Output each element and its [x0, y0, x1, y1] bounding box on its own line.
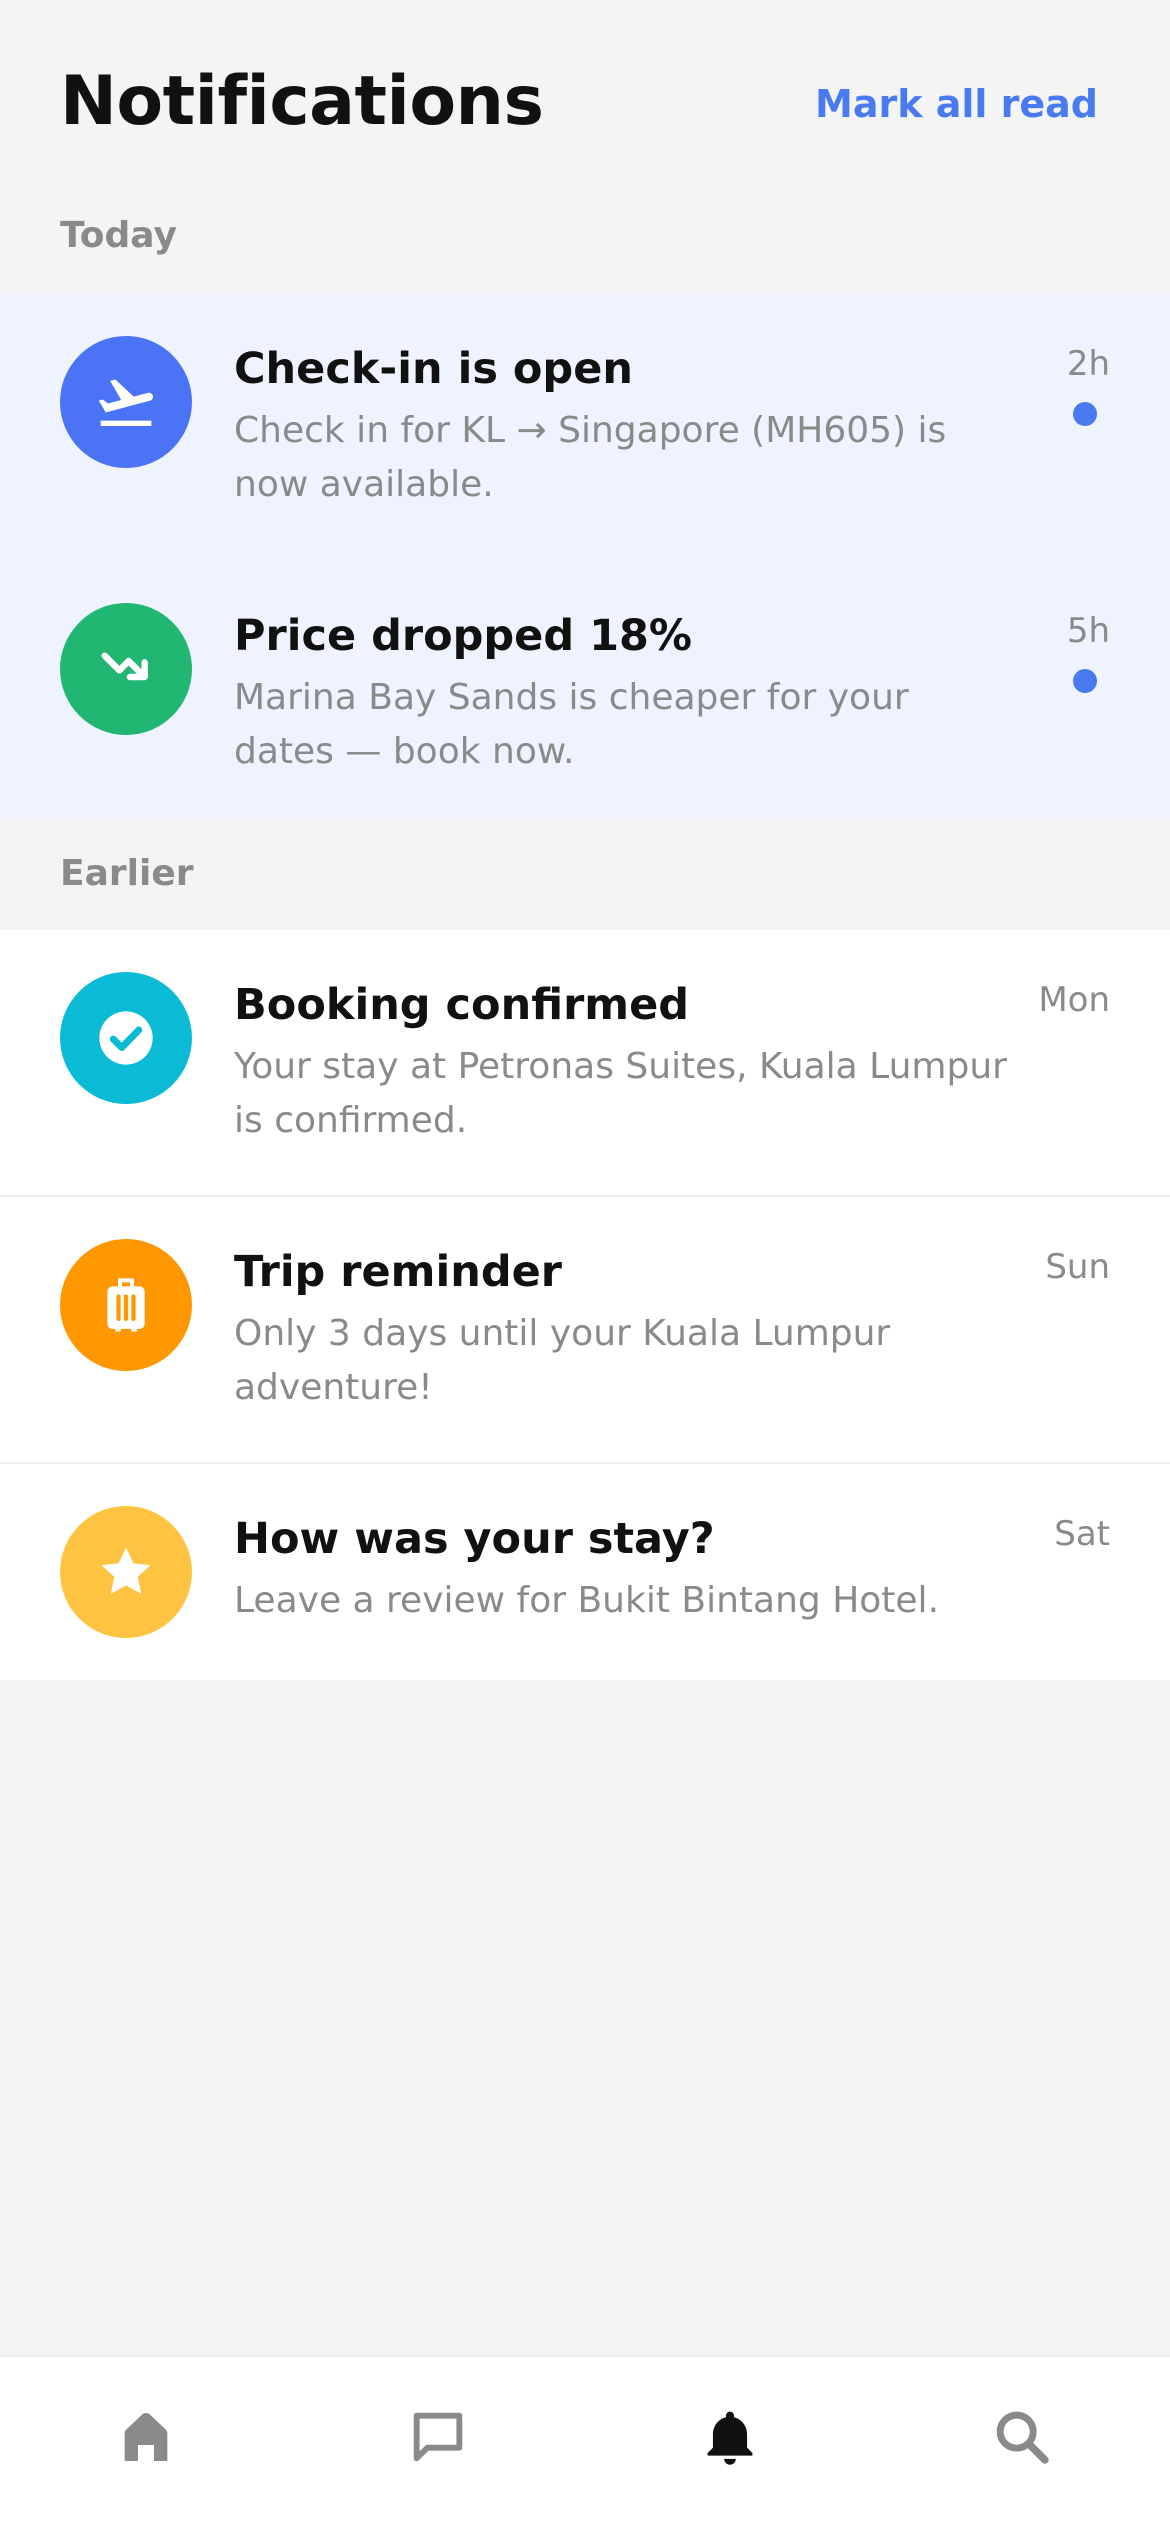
notification-title: Check-in is open: [234, 344, 633, 394]
notification-time: Sun: [1045, 1247, 1110, 1287]
chat-icon: [413, 2412, 463, 2462]
page-header: Notifications Mark all read: [0, 0, 1170, 200]
nav-home[interactable]: [106, 2397, 186, 2477]
today-notifications-list: Check-in is open Check in for KL → Singa…: [0, 294, 1170, 819]
notification-item[interactable]: Price dropped 18% Marina Bay Sands is ch…: [0, 561, 1170, 828]
bottom-nav: [0, 2355, 1170, 2532]
notification-title: Price dropped 18%: [234, 611, 693, 661]
earlier-notifications-list: Booking confirmed Your stay at Petronas …: [0, 930, 1170, 1680]
home-icon: [124, 2413, 168, 2461]
luggage-icon: [60, 1239, 192, 1371]
search-icon: [996, 2411, 1049, 2464]
notification-item[interactable]: Trip reminder Only 3 days until your Kua…: [0, 1197, 1170, 1464]
notification-time: 2h: [1066, 344, 1110, 384]
nav-notifications[interactable]: [690, 2397, 770, 2477]
trend-down-icon: [60, 603, 192, 735]
notification-item[interactable]: Check-in is open Check in for KL → Singa…: [0, 294, 1170, 561]
section-label-earlier: Earlier: [60, 853, 194, 894]
notification-body: Only 3 days until your Kuala Lumpur adve…: [234, 1313, 891, 1408]
notification-title: Booking confirmed: [234, 980, 690, 1030]
notification-time: Mon: [1038, 980, 1110, 1020]
notification-title: How was your stay?: [234, 1514, 715, 1564]
notification-time: 5h: [1066, 611, 1110, 651]
notification-body: Check in for KL → Singapore (MH605) is n…: [234, 410, 947, 505]
notification-item[interactable]: Booking confirmed Your stay at Petronas …: [0, 930, 1170, 1197]
notification-item[interactable]: How was your stay? Leave a review for Bu…: [0, 1464, 1170, 1680]
unread-dot: [1073, 402, 1097, 426]
star-icon: [60, 1506, 192, 1638]
section-label-today: Today: [60, 215, 177, 256]
plane-departure-icon: [60, 336, 192, 468]
notification-title: Trip reminder: [234, 1247, 562, 1297]
notification-time: Sat: [1054, 1514, 1110, 1554]
bell-icon: [707, 2411, 753, 2465]
notification-body: Your stay at Petronas Suites, Kuala Lump…: [234, 1046, 1007, 1141]
notification-body: Leave a review for Bukit Bintang Hotel.: [234, 1580, 940, 1621]
nav-messages[interactable]: [398, 2397, 478, 2477]
page-title: Notifications: [60, 62, 544, 141]
mark-all-read-button[interactable]: Mark all read: [815, 82, 1098, 126]
notification-body: Marina Bay Sands is cheaper for your dat…: [234, 677, 909, 772]
nav-search[interactable]: [982, 2397, 1062, 2477]
unread-dot: [1073, 669, 1097, 693]
check-circle-icon: [60, 972, 192, 1104]
